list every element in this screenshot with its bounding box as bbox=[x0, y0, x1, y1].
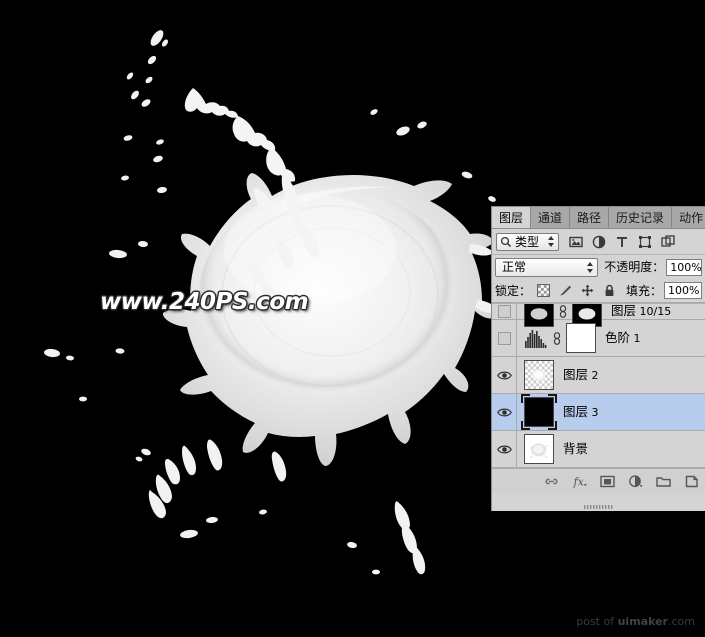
layer-thumbnail-cell: 图层 2 bbox=[517, 357, 599, 393]
lock-image-pixels-icon[interactable] bbox=[559, 284, 572, 297]
new-adjustment-layer-icon[interactable] bbox=[628, 474, 643, 489]
table-row[interactable]: 图层 3 bbox=[492, 394, 705, 431]
layer-visibility-toggle[interactable] bbox=[492, 320, 517, 356]
opacity-input[interactable]: 100% bbox=[666, 258, 702, 276]
adjustment-layer-filter-icon[interactable] bbox=[592, 235, 606, 249]
layer-list: 图层 10/15 色阶 1 图层 2 图层 3 背景 bbox=[492, 303, 705, 468]
tab-paths[interactable]: 路径 bbox=[570, 207, 610, 228]
layer-visibility-toggle[interactable] bbox=[492, 304, 517, 319]
link-layers-icon[interactable] bbox=[544, 474, 559, 489]
table-row[interactable]: 背景 bbox=[492, 431, 705, 468]
credit-suffix: .com bbox=[668, 615, 695, 628]
layer-filter-icon-group bbox=[569, 234, 675, 249]
layer-thumbnail-cell: 图层 3 bbox=[517, 394, 599, 430]
lock-all-icon[interactable] bbox=[603, 284, 616, 297]
magnifier-icon bbox=[500, 236, 512, 247]
site-watermark: www.240PS.com bbox=[100, 289, 309, 315]
layer-mask-thumbnail[interactable] bbox=[566, 323, 596, 353]
credit-line: post of uimaker.com bbox=[576, 615, 695, 628]
layer-thumbnail-cell: 背景 bbox=[517, 431, 588, 467]
lock-label: 锁定： bbox=[495, 283, 532, 298]
layer-name: 图层 3 bbox=[563, 403, 599, 419]
layer-name: 图层 10/15 bbox=[611, 303, 672, 319]
eye-off-icon bbox=[497, 305, 511, 318]
layer-filter-type-select[interactable]: 类型 bbox=[496, 232, 559, 251]
blend-mode-select[interactable]: 正常 bbox=[495, 257, 599, 277]
panel-resize-grip[interactable] bbox=[583, 505, 614, 509]
svg-text:fx: fx bbox=[573, 475, 585, 488]
pixel-layer-filter-icon[interactable] bbox=[569, 235, 583, 249]
add-layer-mask-icon[interactable] bbox=[600, 474, 615, 489]
fill-label: 填充： bbox=[625, 283, 662, 298]
levels-histogram-icon[interactable] bbox=[524, 328, 548, 348]
fill-input[interactable]: 100% bbox=[664, 282, 702, 299]
link-mask-icon[interactable] bbox=[558, 305, 568, 318]
lock-transparent-pixels-icon[interactable] bbox=[537, 284, 550, 297]
layers-panel[interactable]: 图层 通道 路径 历史记录 动作 类型 正常 不透明度： 100% 锁定： 填充… bbox=[491, 206, 705, 511]
layer-name: 色阶 1 bbox=[605, 329, 641, 345]
layer-name: 图层 2 bbox=[563, 366, 599, 382]
tab-channels[interactable]: 通道 bbox=[531, 207, 571, 228]
smart-object-filter-icon[interactable] bbox=[661, 234, 675, 249]
layer-thumbnail[interactable] bbox=[524, 397, 554, 427]
tab-actions[interactable]: 动作 bbox=[672, 207, 705, 228]
layer-name: 背景 bbox=[563, 440, 589, 456]
layer-thumbnail[interactable] bbox=[524, 434, 554, 464]
blend-mode-value: 正常 bbox=[502, 260, 527, 274]
layer-thumbnail-cell: 色阶 1 bbox=[517, 320, 641, 356]
lock-icon-group bbox=[537, 284, 616, 297]
layer-filter-type-value: 类型 bbox=[515, 234, 540, 249]
layer-visibility-toggle[interactable] bbox=[492, 394, 517, 430]
credit-brand: uimaker bbox=[617, 615, 668, 628]
eye-icon bbox=[496, 445, 512, 453]
eye-icon bbox=[496, 408, 512, 416]
blend-mode-row: 正常 不透明度： 100% bbox=[492, 255, 705, 279]
new-group-icon[interactable] bbox=[656, 474, 671, 489]
shape-layer-filter-icon[interactable] bbox=[638, 235, 652, 249]
chevron-updown-icon[interactable] bbox=[547, 235, 555, 248]
layer-visibility-toggle[interactable] bbox=[492, 357, 517, 393]
layer-thumbnail[interactable] bbox=[524, 360, 554, 390]
lock-row: 锁定： 填充： 100% bbox=[492, 279, 705, 303]
credit-prefix: post of bbox=[576, 615, 618, 628]
type-layer-filter-icon[interactable] bbox=[615, 235, 629, 249]
tab-layers[interactable]: 图层 bbox=[492, 207, 532, 228]
layer-style-fx-icon[interactable]: fx bbox=[572, 474, 587, 489]
layer-thumbnail-cell: 图层 10/15 bbox=[517, 303, 672, 327]
lock-position-icon[interactable] bbox=[581, 284, 594, 297]
layer-visibility-toggle[interactable] bbox=[492, 431, 517, 467]
panel-tab-strip: 图层 通道 路径 历史记录 动作 bbox=[492, 207, 705, 229]
tab-history[interactable]: 历史记录 bbox=[609, 207, 673, 228]
new-layer-icon[interactable] bbox=[684, 474, 699, 489]
layers-panel-footer: fx bbox=[492, 468, 705, 493]
table-row[interactable]: 图层 2 bbox=[492, 357, 705, 394]
link-mask-icon[interactable] bbox=[552, 331, 562, 345]
layer-filter-row: 类型 bbox=[492, 229, 705, 255]
table-row[interactable]: 图层 10/15 bbox=[492, 303, 705, 327]
eye-off-icon bbox=[497, 331, 511, 345]
chevron-updown-icon[interactable] bbox=[586, 261, 594, 274]
eye-icon bbox=[496, 371, 512, 379]
opacity-label: 不透明度： bbox=[604, 260, 665, 274]
table-row[interactable]: 色阶 1 bbox=[492, 320, 705, 357]
